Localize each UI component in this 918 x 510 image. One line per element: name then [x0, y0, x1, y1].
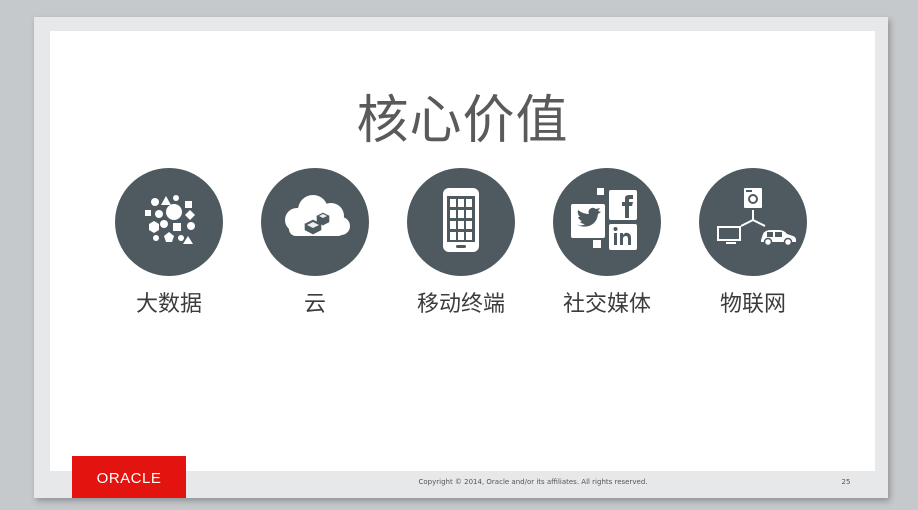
value-label-mobile: 移动终端: [416, 292, 505, 317]
oracle-logo-text: ORACLE: [97, 470, 162, 487]
iot-network-icon: [699, 168, 807, 276]
value-label-big-data: 大数据: [135, 292, 202, 317]
slide-title: 核心价值: [356, 91, 569, 151]
value-label-iot: 物联网: [719, 292, 786, 317]
social-media-icon: [553, 168, 661, 276]
oracle-logo: ORACLE: [72, 456, 186, 498]
smartphone-icon: [407, 168, 515, 276]
cloud-icon: [261, 168, 369, 276]
value-label-social: 社交媒体: [562, 292, 651, 317]
big-data-shapes-icon: [115, 168, 223, 276]
page-number: 25: [841, 478, 851, 486]
copyright-notice: Copyright © 2014, Oracle and/or its affi…: [418, 478, 648, 486]
value-label-cloud: 云: [303, 292, 326, 317]
